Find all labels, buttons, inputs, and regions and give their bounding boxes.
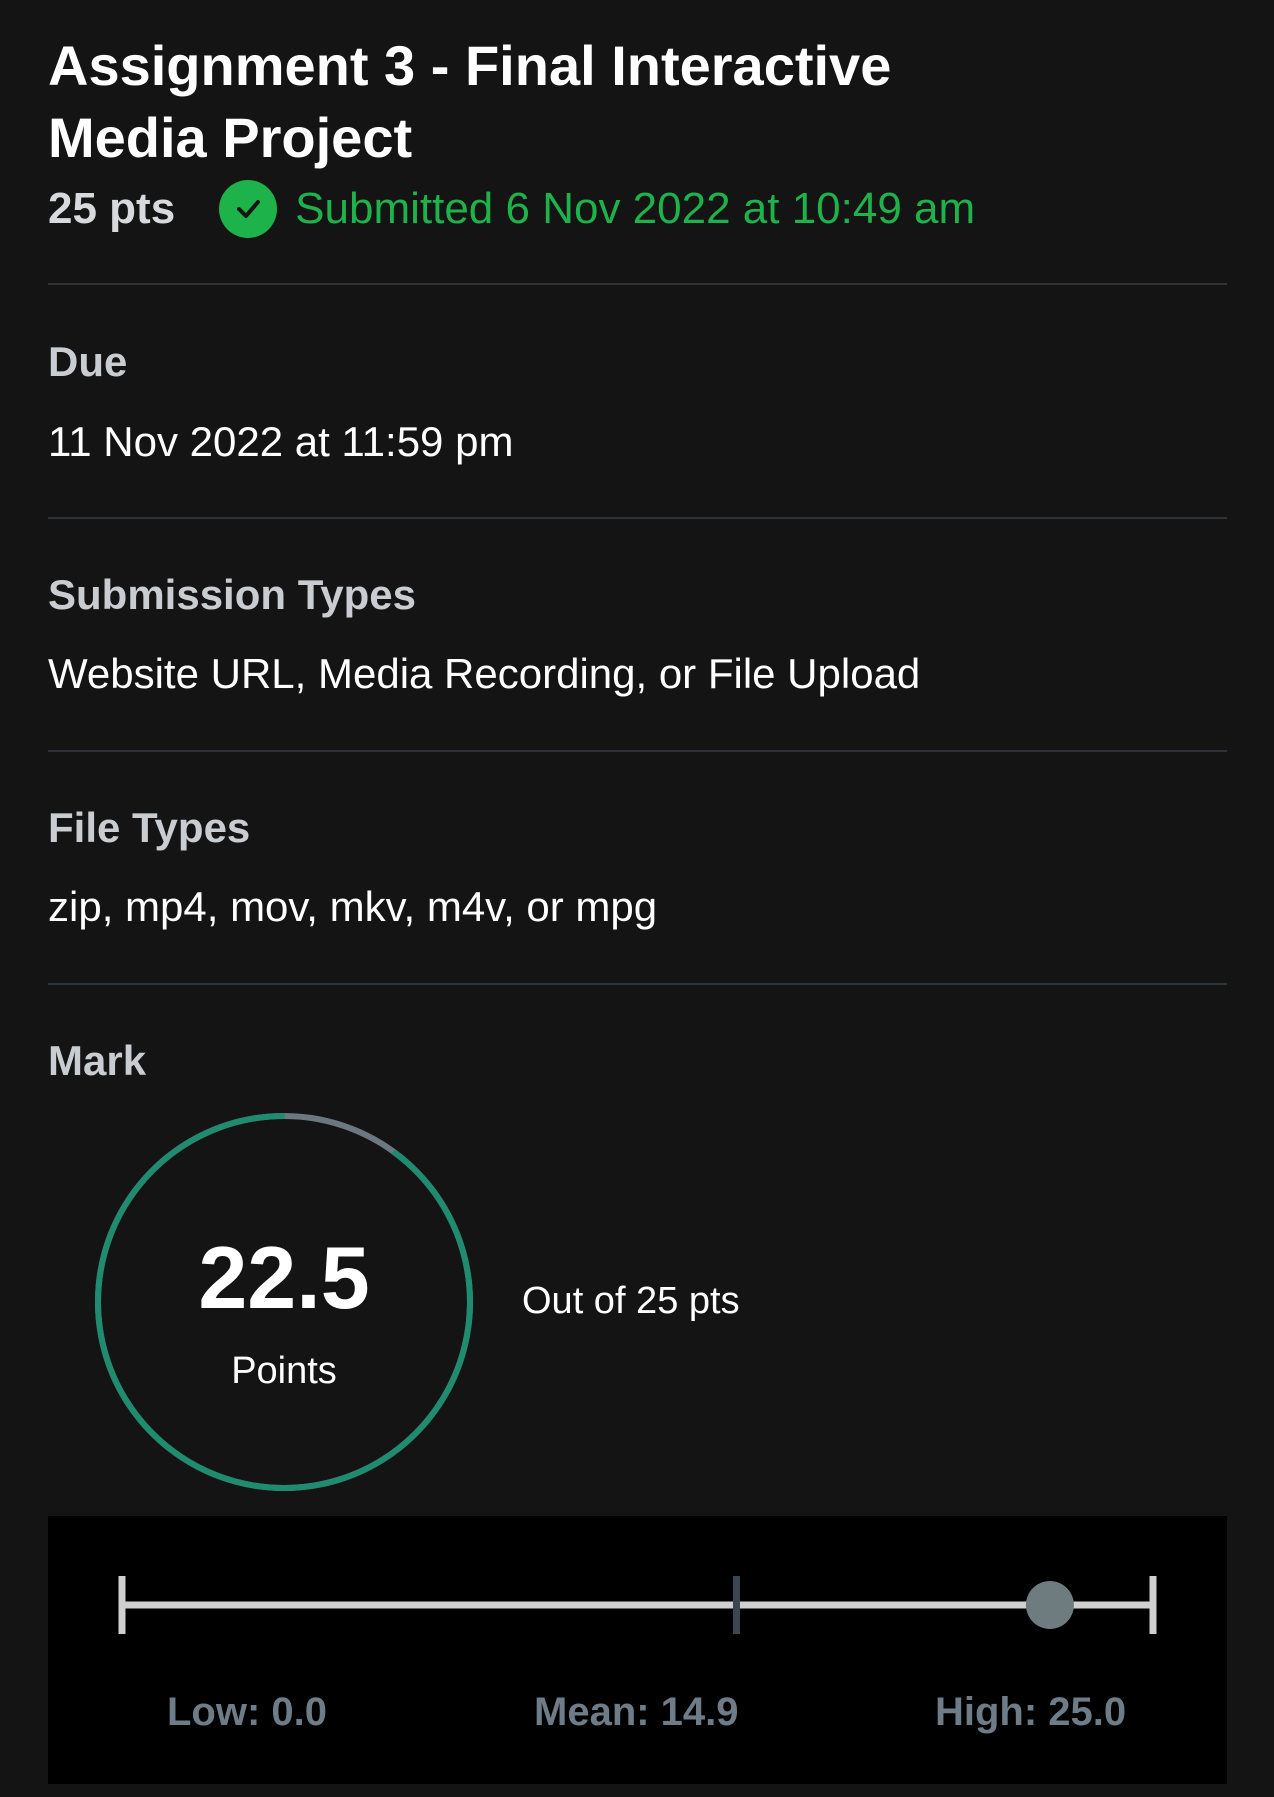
due-label: Due [48, 338, 128, 385]
high-label: High: 25.0 [935, 1690, 1127, 1734]
submission-types-value: Website URL, Media Recording, or File Up… [48, 650, 921, 697]
mean-label: Mean: 14.9 [534, 1690, 739, 1734]
score-value: 22.5 [198, 1228, 370, 1327]
due-value: 11 Nov 2022 at 11:59 pm [48, 418, 514, 465]
check-circle-icon [219, 180, 278, 238]
score-ring: 22.5 Points [92, 1110, 476, 1494]
divider [48, 283, 1227, 285]
divider [48, 750, 1227, 752]
score-out-of: Out of 25 pts [522, 1280, 740, 1322]
assignment-meta: 25 pts Submitted 6 Nov 2022 at 10:49 am [48, 178, 975, 240]
submission-status: Submitted 6 Nov 2022 at 10:49 am [295, 184, 976, 233]
score-statistics: Low: 0.0 Mean: 14.9 High: 25.0 [48, 1516, 1227, 1784]
submission-types-label: Submission Types [48, 571, 416, 618]
file-types-value: zip, mp4, mov, mkv, m4v, or mpg [48, 883, 658, 930]
divider [48, 517, 1227, 519]
assignment-title: Assignment 3 - Final Interactive Media P… [48, 34, 892, 169]
score-marker [1025, 1581, 1074, 1629]
file-types-label: File Types [48, 804, 251, 851]
points-possible: 25 pts [48, 184, 176, 233]
low-label: Low: 0.0 [167, 1690, 328, 1734]
mark-label: Mark [48, 1037, 147, 1084]
score-unit: Points [231, 1350, 337, 1392]
divider [48, 983, 1227, 985]
